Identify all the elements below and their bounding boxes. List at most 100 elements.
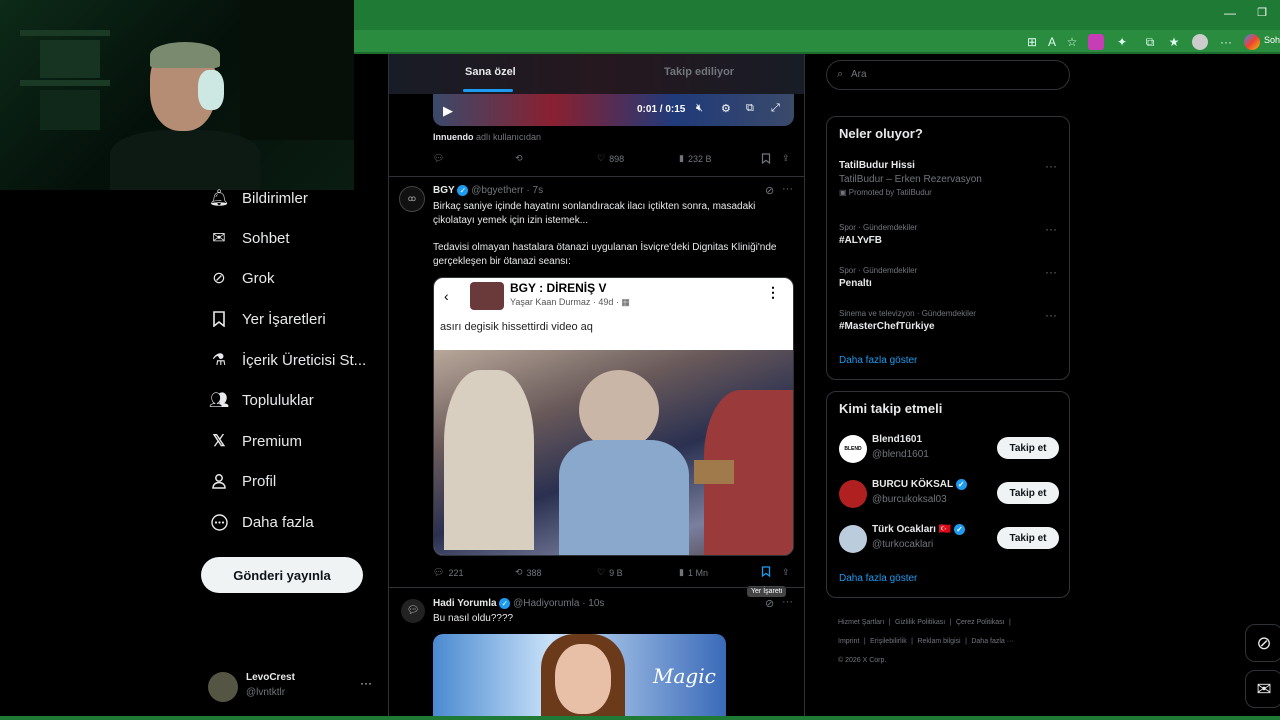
show-more-link[interactable]: Daha fazla göster [839, 573, 917, 584]
pip-icon[interactable]: ⧉ [746, 102, 754, 115]
grok-icon[interactable]: ⊘ [765, 184, 774, 197]
suggested-name[interactable]: BURCU KÖKSAL [872, 479, 953, 490]
promoted-label: ▣ Promoted by TatilBudur [839, 188, 1059, 197]
post-handle[interactable]: @Hadiyorumla [513, 598, 579, 609]
repost-button[interactable]: ⟲ 388 [515, 567, 542, 578]
tab-for-you[interactable]: Sana özel [465, 66, 516, 78]
share-button[interactable]: ⇪ [782, 567, 790, 578]
post-handle[interactable]: @bgyetherr [471, 185, 523, 196]
like-count: 898 [609, 153, 625, 164]
mute-icon[interactable]: 🔇︎ [696, 102, 703, 115]
post-more-icon[interactable]: ··· [782, 183, 793, 195]
trend-item[interactable]: Spor · Gündemdekiler Penaltı [839, 266, 1059, 289]
suggested-name[interactable]: Blend1601 [872, 434, 922, 445]
follow-button[interactable]: Takip et [997, 527, 1059, 549]
nav-communities[interactable]: 👥︎ Topluluklar [209, 386, 314, 414]
nav-notifications[interactable]: 🔔︎ Bildirimler [208, 184, 308, 212]
reply-button[interactable]: 💬︎ [433, 153, 444, 164]
account-switcher[interactable]: LevoCrest @lvntktlr ··· [208, 670, 378, 704]
nav-chat[interactable]: ✉ Sohbet [210, 224, 289, 252]
trend-more-icon[interactable]: ··· [1045, 159, 1057, 173]
follow-button[interactable]: Takip et [997, 482, 1059, 504]
suggested-name[interactable]: Türk Ocakları [872, 524, 936, 535]
views-button[interactable]: ▮ 232 B [679, 153, 711, 164]
bookmark-button[interactable] [761, 566, 771, 579]
reply-button[interactable]: 💬︎ 221 [433, 567, 463, 578]
embed-byline: Yaşar Kaan Durmaz · 49d · ▦ [510, 297, 630, 308]
trend-more-icon[interactable]: ··· [1045, 265, 1057, 279]
nav-bookmarks[interactable]: Yer İşaretleri [210, 305, 326, 333]
grok-float-button[interactable]: ⊘ [1245, 624, 1280, 662]
footer-link[interactable]: Hizmet Şartları [838, 619, 884, 626]
post-media[interactable]: ‹ BGY : DİRENİŞ V Yaşar Kaan Durmaz · 49… [433, 277, 794, 556]
copilot-icon[interactable] [1244, 34, 1260, 50]
nav-premium[interactable]: 𝕏 Premium [210, 427, 302, 455]
video-player[interactable] [433, 94, 794, 126]
post-divider [389, 176, 804, 177]
footer-link[interactable]: Reklam bilgisi [917, 638, 960, 645]
video-frame[interactable] [434, 350, 793, 555]
like-button[interactable]: ♡ 9 B [597, 567, 623, 578]
repost-icon: ⟲ [515, 153, 523, 163]
play-icon[interactable]: ▶ [443, 103, 453, 119]
follow-button[interactable]: Takip et [997, 437, 1059, 459]
split-screen-icon[interactable]: ⧉ [1142, 34, 1158, 50]
nav-more[interactable]: Daha fazla [210, 508, 314, 536]
extension-icon[interactable] [1088, 34, 1104, 50]
trend-more-icon[interactable]: ··· [1045, 308, 1057, 322]
calendar-icon: ▦ [621, 297, 630, 307]
footer-link[interactable]: Gizlilik Politikası [895, 619, 945, 626]
search-box[interactable]: ⌕ Ara [826, 60, 1070, 90]
show-more-link[interactable]: Daha fazla göster [839, 355, 917, 366]
footer-link[interactable]: Erişilebilirlik [870, 638, 907, 645]
avatar[interactable] [839, 525, 867, 553]
views-button[interactable]: ▮ 1 Mn [679, 567, 708, 578]
nav-creator-studio[interactable]: ⚗ İçerik Üreticisi St... [210, 346, 366, 374]
video-time: 0:01 / 0:15 [637, 104, 686, 115]
post-more-icon[interactable]: ··· [782, 596, 793, 608]
repost-button[interactable]: ⟲ [515, 153, 523, 164]
avatar[interactable]: ꝏ [399, 186, 425, 212]
avatar[interactable]: BLEND [839, 435, 867, 463]
puzzle-icon[interactable]: ✦ [1114, 34, 1130, 50]
messages-float-button[interactable]: ✉ [1245, 670, 1280, 708]
post-media[interactable]: Magic [433, 634, 726, 720]
tab-following[interactable]: Takip ediliyor [664, 66, 734, 78]
credit-name[interactable]: Innuendo [433, 132, 474, 142]
bookmark-button[interactable] [761, 153, 771, 166]
like-button[interactable]: ♡ 898 [597, 153, 624, 164]
post-author[interactable]: BGY [433, 185, 455, 196]
avatar[interactable] [839, 480, 867, 508]
trend-item[interactable]: Sinema ve televizyon · Gündemdekiler #Ma… [839, 309, 1059, 332]
trend-item[interactable]: Spor · Gündemdekiler #ALYvFB [839, 223, 1059, 246]
post-author[interactable]: Hadi Yorumla [433, 598, 497, 609]
read-aloud-icon[interactable]: A [1044, 34, 1060, 50]
footer-link[interactable]: Daha fazla ··· [971, 638, 1013, 645]
maximize-button[interactable]: ❐ [1254, 6, 1270, 22]
bell-icon: 🔔︎ [208, 190, 230, 207]
post-time[interactable]: · 7s [526, 185, 543, 196]
settings-gear-icon[interactable]: ⚙ [721, 102, 731, 115]
avatar[interactable]: 💬︎ [401, 599, 425, 623]
more-menu-icon[interactable]: ··· [1218, 34, 1234, 50]
views-icon: ▮ [679, 567, 684, 577]
trend-item[interactable]: TatilBudur Hissi TatilBudur – Erken Reze… [839, 160, 1059, 197]
favorite-star-icon[interactable]: ☆ [1064, 34, 1080, 50]
footer-link[interactable]: Imprint [838, 638, 859, 645]
post-time[interactable]: · 10s [582, 598, 604, 609]
post-button[interactable]: Gönderi yayınla [201, 557, 363, 593]
trend-more-icon[interactable]: ··· [1045, 222, 1057, 236]
share-button[interactable]: ⇪ [782, 153, 790, 164]
account-more-icon[interactable]: ··· [360, 676, 372, 690]
favorites-icon[interactable]: ★ [1166, 34, 1182, 50]
nav-grok[interactable]: ⊘ Grok [210, 264, 274, 292]
minimize-button[interactable]: — [1222, 6, 1238, 22]
apps-icon[interactable]: ⊞ [1024, 34, 1040, 50]
copilot-label[interactable]: Sohl [1264, 35, 1280, 45]
grok-icon[interactable]: ⊘ [765, 597, 774, 610]
fullscreen-icon[interactable]: ⤢ [771, 102, 780, 115]
bottom-border [0, 716, 1280, 720]
profile-avatar-icon[interactable] [1192, 34, 1208, 50]
nav-profile[interactable]: Profil [210, 467, 276, 495]
footer-link[interactable]: Çerez Politikası [956, 619, 1005, 626]
